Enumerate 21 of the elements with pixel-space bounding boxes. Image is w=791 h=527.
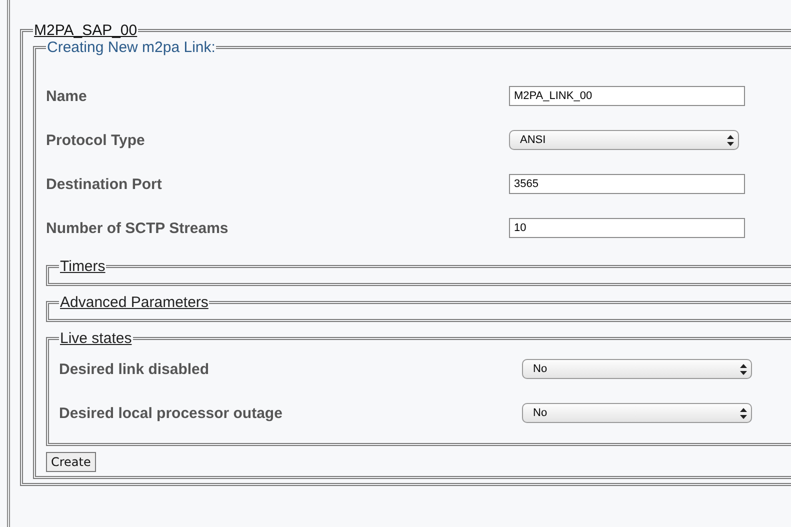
create-button[interactable]: Create <box>46 452 96 472</box>
field-label: Desired link disabled <box>59 360 210 378</box>
field-label: Protocol Type <box>46 132 146 148</box>
form-title: Creating New m2pa Link: <box>46 39 216 56</box>
section-toggle[interactable]: Live states <box>59 330 133 347</box>
panel-title: M2PA_SAP_00 <box>33 22 138 39</box>
input-field[interactable]: 3565 <box>509 174 745 194</box>
input-field[interactable]: 10 <box>509 218 745 238</box>
up-down-arrows-icon <box>727 134 734 146</box>
section-toggle[interactable]: Advanced Parameters <box>59 294 210 311</box>
up-down-arrows-icon <box>740 408 747 418</box>
up-down-arrows-icon <box>740 364 747 374</box>
section-toggle[interactable]: Timers <box>59 258 106 275</box>
dropdown-select[interactable]: No <box>522 359 752 379</box>
field-label: Destination Port <box>46 176 163 192</box>
dropdown-select[interactable]: No <box>522 403 752 423</box>
field-label: Desired local processor outage <box>59 404 284 422</box>
field-label: Number of SCTP Streams <box>46 220 230 236</box>
field-label: Name <box>46 88 88 104</box>
dropdown-select[interactable]: ANSI <box>509 130 739 150</box>
input-field[interactable]: M2PA_LINK_00 <box>509 86 745 106</box>
